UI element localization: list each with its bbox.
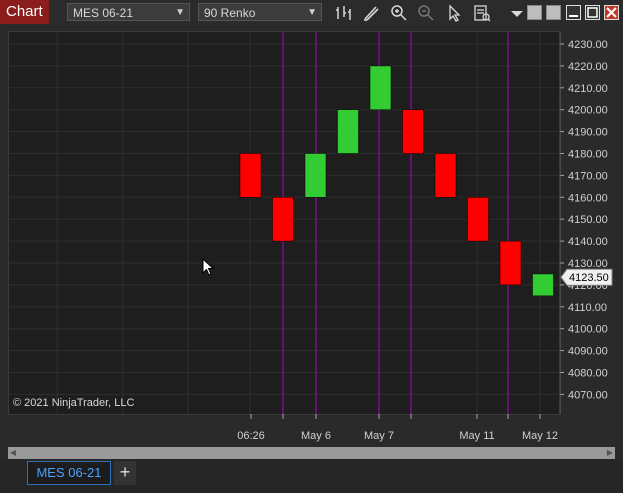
time-label: 06:26 xyxy=(237,430,265,442)
price-label: 4090.00 xyxy=(568,346,608,358)
renko-brick xyxy=(239,153,262,198)
price-label: 4080.00 xyxy=(568,368,608,380)
renko-brick xyxy=(499,240,522,286)
price-label: 4150.00 xyxy=(568,214,608,226)
price-label: 4230.00 xyxy=(568,39,608,51)
chart-canvas: 4230.00 4220.00 4210.00 4200.00 4190.00 4180.… xyxy=(9,32,613,442)
time-label: May 6 xyxy=(301,430,331,442)
price-label: 4190.00 xyxy=(568,127,608,139)
renko-brick xyxy=(467,197,489,242)
mouse-cursor-icon xyxy=(202,258,215,276)
scroll-right-icon[interactable]: ▶ xyxy=(605,447,615,459)
time-label: May 12 xyxy=(522,430,558,442)
renko-brick xyxy=(402,109,424,154)
add-tab-button[interactable]: + xyxy=(114,461,136,485)
scroll-left-icon[interactable]: ◀ xyxy=(8,447,18,459)
tab-mes-06-21[interactable]: MES 06-21 xyxy=(27,461,111,485)
renko-brick xyxy=(369,65,392,110)
time-label: May 7 xyxy=(364,430,394,442)
price-label: 4200.00 xyxy=(568,105,608,117)
price-label: 4170.00 xyxy=(568,170,608,182)
price-label: 4160.00 xyxy=(568,192,608,204)
price-label: 4140.00 xyxy=(568,236,608,248)
price-label: 4110.00 xyxy=(568,302,607,314)
renko-brick xyxy=(337,109,359,154)
renko-brick xyxy=(272,197,294,242)
current-price-label: 4123.50 xyxy=(569,272,609,284)
price-label: 4180.00 xyxy=(568,149,608,161)
price-label: 4100.00 xyxy=(568,324,608,336)
renko-brick xyxy=(304,153,327,198)
price-label: 4220.00 xyxy=(568,61,608,73)
price-label: 4210.00 xyxy=(568,83,608,95)
renko-brick xyxy=(434,153,457,198)
tab-bar: MES 06-21 + xyxy=(0,459,623,493)
price-label: 4130.00 xyxy=(568,258,608,270)
copyright-watermark: © 2021 NinjaTrader, LLC xyxy=(13,397,135,409)
renko-brick xyxy=(532,273,554,297)
chart-window: Chart MES 06-21 ▼ 90 Renko ▼ 4230.00 422… xyxy=(0,0,623,493)
time-label: May 11 xyxy=(459,430,494,442)
horizontal-scrollbar[interactable]: ◀ ▶ xyxy=(8,447,615,459)
price-label: 4070.00 xyxy=(568,389,608,401)
